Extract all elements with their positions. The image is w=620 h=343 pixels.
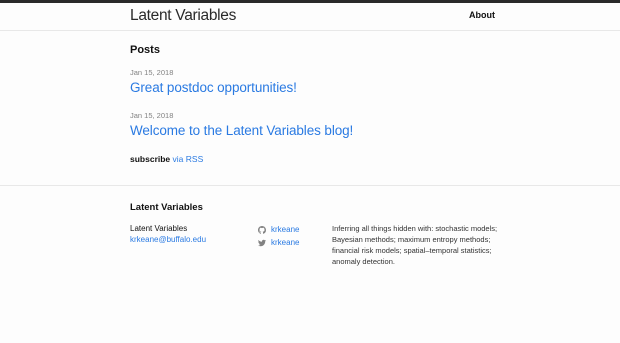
post-list-item: Jan 15, 2018 Great postdoc opportunities… bbox=[130, 68, 297, 97]
post-title-link[interactable]: Welcome to the Latent Variables blog! bbox=[130, 123, 353, 138]
github-link[interactable]: krkeane bbox=[258, 223, 299, 236]
site-title-link[interactable]: Latent Variables bbox=[130, 7, 236, 25]
rss-link[interactable]: via RSS bbox=[173, 154, 204, 164]
site-description: Inferring all things hidden with: stocha… bbox=[332, 224, 498, 266]
github-handle: krkeane bbox=[271, 225, 300, 234]
email-link[interactable]: krkeane@buffalo.edu bbox=[130, 235, 206, 244]
post-list-item: Jan 15, 2018 Welcome to the Latent Varia… bbox=[130, 111, 353, 140]
twitter-link[interactable]: krkeane bbox=[258, 236, 299, 249]
site-footer: Latent Variables Latent Variables krkean… bbox=[0, 185, 620, 266]
main-content: Posts Jan 15, 2018 Great postdoc opportu… bbox=[130, 44, 510, 164]
subscribe-line: subscribe via RSS bbox=[130, 154, 203, 164]
twitter-icon bbox=[258, 239, 266, 246]
footer-heading: Latent Variables bbox=[130, 202, 203, 213]
post-title-link[interactable]: Great postdoc opportunities! bbox=[130, 80, 297, 95]
footer-site-name: Latent Variables bbox=[130, 224, 188, 233]
github-icon bbox=[258, 225, 266, 234]
twitter-handle: krkeane bbox=[271, 238, 300, 247]
footer-contact: Latent Variables krkeane@buffalo.edu bbox=[130, 223, 206, 245]
posts-heading: Posts bbox=[130, 44, 160, 56]
post-date: Jan 15, 2018 bbox=[130, 111, 174, 120]
subscribe-label: subscribe bbox=[130, 154, 171, 164]
footer-social: krkeane krkeane bbox=[258, 223, 299, 249]
post-date: Jan 15, 2018 bbox=[130, 68, 174, 77]
site-header: Latent Variables About bbox=[0, 3, 620, 31]
nav-about-link[interactable]: About bbox=[469, 10, 495, 20]
